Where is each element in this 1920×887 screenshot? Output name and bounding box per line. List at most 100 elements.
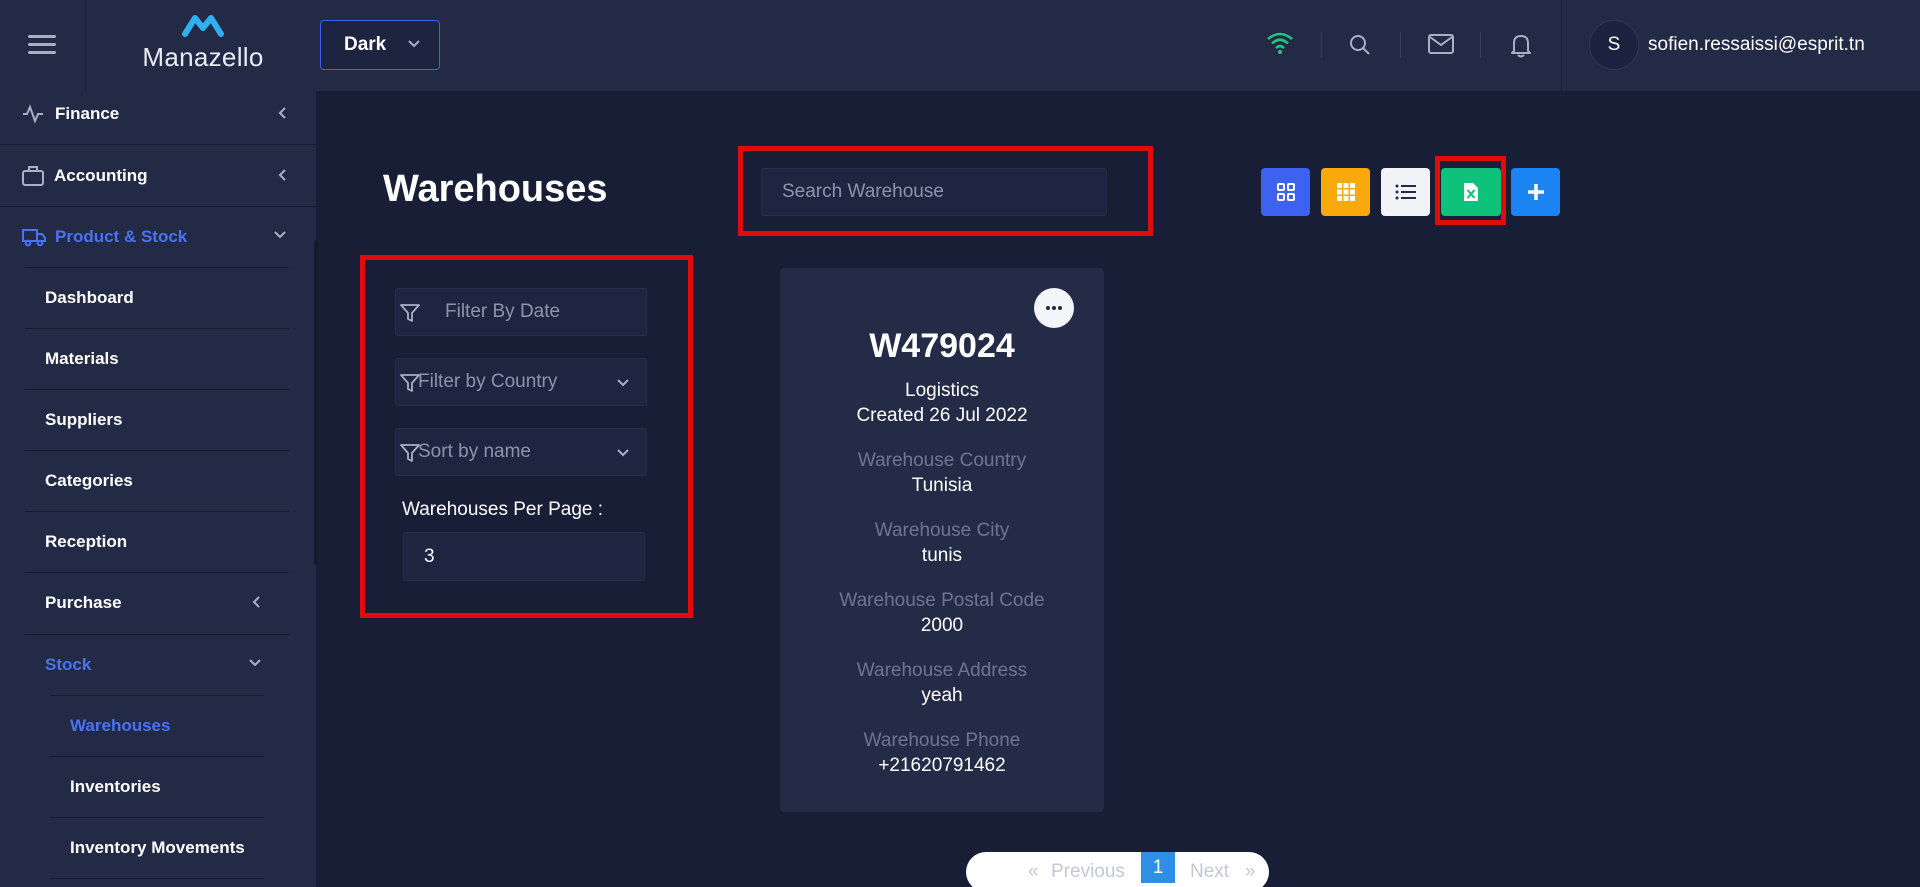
sidebar-item-product-stock[interactable]: Product & Stock [0,207,316,267]
sidebar-item-label: Materials [45,349,119,368]
sidebar-item-label: Dashboard [45,288,134,307]
header-divider [1480,32,1481,58]
chevron-left-icon [278,107,286,119]
theme-select[interactable]: Dark [320,20,440,70]
pagination-first[interactable]: « [1028,861,1039,883]
sidebar-item-label: Finance [55,104,120,123]
pagination-page-current[interactable]: 1 [1141,852,1175,883]
add-warehouse-button[interactable] [1511,168,1560,216]
header-divider [1400,32,1401,58]
address-label: Warehouse Address [856,660,1028,681]
pagination-next[interactable]: Next [1190,861,1229,883]
mail-icon[interactable] [1427,33,1455,55]
excel-file-icon [1464,183,1478,201]
sidebar-item-label: Categories [45,471,133,490]
filter-country-value: Filter by Country [418,371,558,392]
sidebar-scrollbar[interactable] [314,240,318,565]
country-label: Warehouse Country [857,450,1027,471]
more-horizontal-icon [1046,306,1062,310]
warehouse-code: W479024 [869,327,1015,365]
grid-view-button[interactable] [1261,168,1310,216]
sidebar-item-label: Suppliers [45,410,123,429]
filter-icon [400,374,420,392]
city-label: Warehouse City [874,520,1010,541]
sidebar-item-inventories[interactable]: Inventories [50,757,264,817]
sidebar-item-stock[interactable]: Stock [25,635,289,695]
chevron-down-icon [617,379,629,387]
sidebar-item-suppliers[interactable]: Suppliers [25,390,289,450]
per-page-input[interactable]: 3 [403,532,645,581]
pagination: « Previous 1 Next » [966,852,1269,887]
search-input[interactable]: Search Warehouse [761,168,1107,216]
sidebar-divider [50,878,264,879]
sidebar-item-label: Stock [45,655,92,674]
sidebar-item-label: Accounting [54,166,148,185]
pagination-last[interactable]: » [1245,861,1256,883]
filter-country-select[interactable]: Filter by Country [395,358,647,406]
sidebar-item-finance[interactable]: Finance [0,84,316,144]
header-divider [1561,0,1562,91]
pagination-previous[interactable]: Previous [1051,861,1125,883]
briefcase-icon [22,166,44,186]
sidebar-item-materials[interactable]: Materials [25,329,289,389]
top-header: Manazello Dark S sofien.ressaissi@esprit… [0,0,1920,91]
sidebar-item-warehouses[interactable]: Warehouses [50,696,264,756]
logo-mark-icon [182,15,224,37]
theme-select-value: Dark [344,34,387,55]
sidebar-item-inventory-movements[interactable]: Inventory Movements [50,818,264,878]
filter-icon [400,304,420,322]
chevron-left-icon [278,169,286,181]
phone-value: +21620791462 [878,755,1006,776]
phone-label: Warehouse Phone [863,730,1021,751]
filter-date-placeholder: Filter By Date [445,301,561,322]
warehouse-card: W479024 Logistics Created 26 Jul 2022 Wa… [780,268,1104,812]
activity-icon [23,104,43,124]
list-icon [1395,184,1416,200]
chevron-down-icon [274,231,286,239]
menu-toggle-icon[interactable] [28,35,56,59]
header-divider [1321,32,1322,58]
sidebar-item-label: Product & Stock [55,227,188,246]
wifi-icon[interactable] [1266,31,1294,55]
page-title: Warehouses [383,168,608,210]
export-excel-button[interactable] [1441,168,1501,216]
sidebar-item-label: Inventory Movements [70,838,245,857]
app-logo[interactable]: Manazello [138,12,268,73]
sidebar-item-purchase[interactable]: Purchase [25,573,289,633]
city-value: tunis [921,545,963,566]
list-view-button[interactable] [1381,168,1430,216]
sidebar-item-accounting[interactable]: Accounting [0,146,316,206]
apps-grid-icon [1336,183,1355,201]
postal-code-label: Warehouse Postal Code [839,590,1045,611]
address-value: yeah [921,685,963,706]
truck-icon [22,229,46,247]
sidebar-item-reception[interactable]: Reception [25,512,289,572]
warehouse-created: Created 26 Jul 2022 [856,405,1028,426]
search-icon[interactable] [1348,33,1372,57]
sidebar-item-label: Reception [45,532,128,551]
sidebar-item-label: Purchase [45,593,122,612]
sidebar-item-dashboard[interactable]: Dashboard [25,268,289,328]
apps-view-button[interactable] [1321,168,1370,216]
header-divider [85,0,86,91]
user-email[interactable]: sofien.ressaissi@esprit.tn [1648,34,1865,56]
sidebar-item-label: Warehouses [70,716,171,735]
sidebar-item-label: Inventories [70,777,161,796]
card-menu-button[interactable] [1034,288,1074,328]
logo-text: Manazello [142,42,264,72]
sidebar-item-categories[interactable]: Categories [25,451,289,511]
per-page-label: Warehouses Per Page : [402,499,604,520]
user-avatar[interactable]: S [1589,20,1639,70]
postal-code-value: 2000 [920,615,964,636]
plus-icon [1527,184,1544,200]
chevron-down-icon [249,659,261,667]
chevron-down-icon [408,40,420,48]
chevron-down-icon [617,449,629,457]
filter-date-input[interactable]: Filter By Date [395,288,647,336]
grid-icon [1276,183,1295,201]
filter-icon [400,444,420,462]
sort-select-value: Sort by name [418,441,531,462]
warehouse-type: Logistics [905,380,979,401]
sort-select[interactable]: Sort by name [395,428,647,476]
bell-icon[interactable] [1508,32,1534,58]
